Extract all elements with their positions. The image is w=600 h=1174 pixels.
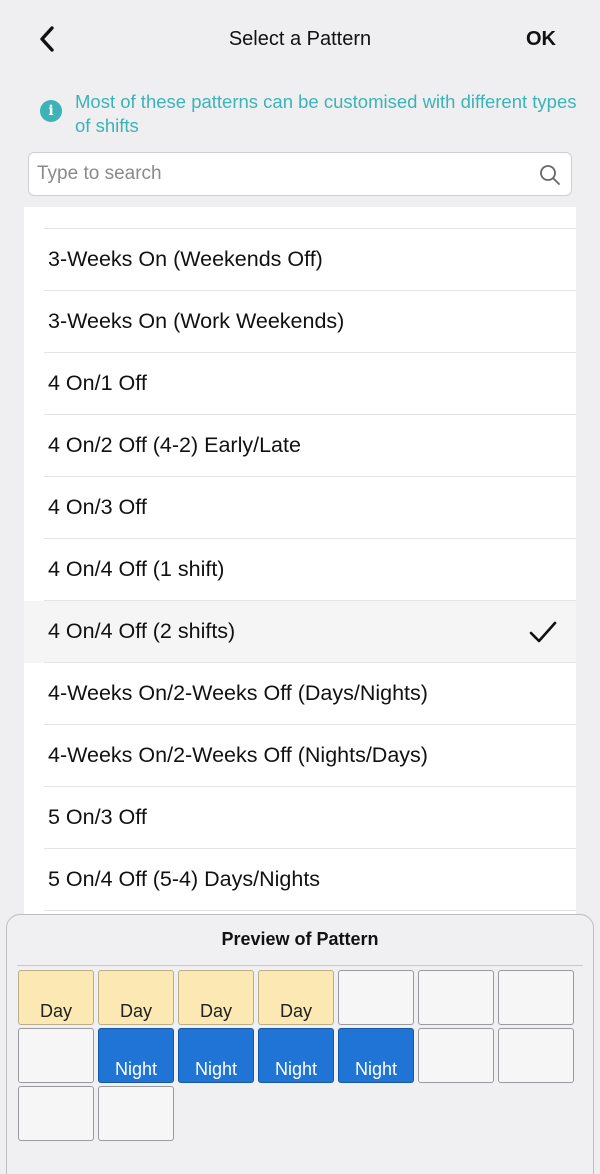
list-item[interactable]: 3-Week On/3-Week Off	[24, 207, 576, 229]
day-shift-cell: Day	[98, 970, 174, 1025]
list-item[interactable]: 4-Weeks On/2-Weeks Off (Nights/Days)	[24, 725, 576, 787]
empty-cell	[498, 1028, 574, 1083]
pattern-list[interactable]: 3-Week On/3-Week Off 3-Weeks On (Weekends…	[24, 207, 576, 927]
list-item[interactable]: 4 On/3 Off	[24, 477, 576, 539]
empty-cell	[18, 1028, 94, 1083]
checkmark-icon	[529, 621, 557, 643]
preview-title: Preview of Pattern	[221, 929, 379, 949]
list-item-label: 3-Weeks On (Work Weekends)	[48, 309, 345, 333]
list-item[interactable]: 3-Weeks On (Work Weekends)	[24, 291, 576, 353]
empty-cell	[418, 970, 494, 1025]
empty-cell	[498, 970, 574, 1025]
empty-cell	[18, 1086, 94, 1141]
day-shift-cell: Day	[258, 970, 334, 1025]
list-item[interactable]: 4-Weeks On/2-Weeks Off (Days/Nights)	[24, 663, 576, 725]
list-item[interactable]: 4 On/2 Off (4-2) Early/Late	[24, 415, 576, 477]
info-text: Most of these patterns can be customised…	[75, 91, 577, 136]
search-icon[interactable]	[539, 164, 561, 186]
list-item[interactable]: 5 On/4 Off (5-4) Days/Nights	[24, 849, 576, 911]
ok-button[interactable]: OK	[526, 28, 556, 51]
list-item-label: 4 On/2 Off (4-2) Early/Late	[48, 433, 301, 457]
list-item[interactable]: 4 On/4 Off (2 shifts)	[24, 601, 576, 663]
preview-divider	[17, 965, 583, 966]
row-divider	[44, 910, 576, 911]
pattern-preview: Preview of Pattern Day Day Day Day Night Nigh…	[6, 914, 594, 1174]
navigation-bar: Select a Pattern OK	[0, 0, 600, 84]
search-box	[28, 152, 572, 196]
night-shift-cell: Night	[98, 1028, 174, 1083]
list-item-label: 5 On/4 Off (5-4) Days/Nights	[48, 867, 321, 891]
night-shift-cell: Night	[338, 1028, 414, 1083]
list-item-label: 4 On/1 Off	[48, 371, 147, 395]
list-item-label: 3-Weeks On (Weekends Off)	[48, 247, 323, 271]
empty-cell	[418, 1028, 494, 1083]
day-shift-cell: Day	[178, 970, 254, 1025]
empty-cell	[98, 1086, 174, 1141]
list-item-label: 4 On/3 Off	[48, 495, 147, 519]
list-item[interactable]: 5 On/3 Off	[24, 787, 576, 849]
info-banner: i Most of these patterns can be customis…	[40, 90, 580, 138]
night-shift-cell: Night	[258, 1028, 334, 1083]
list-item-label: 4-Weeks On/2-Weeks Off (Nights/Days)	[48, 743, 428, 767]
info-icon: i	[40, 100, 62, 122]
list-item-label: 4 On/4 Off (2 shifts)	[48, 619, 236, 643]
list-item[interactable]: 4 On/1 Off	[24, 353, 576, 415]
day-shift-cell: Day	[18, 970, 94, 1025]
list-item[interactable]: 4 On/4 Off (1 shift)	[24, 539, 576, 601]
night-shift-cell: Night	[178, 1028, 254, 1083]
list-item-label: 3-Week On/3-Week Off	[48, 207, 270, 210]
search-input[interactable]	[37, 153, 527, 195]
list-item-label: 4-Weeks On/2-Weeks Off (Days/Nights)	[48, 681, 428, 705]
list-item-label: 4 On/4 Off (1 shift)	[48, 557, 225, 581]
list-item-label: 5 On/3 Off	[48, 805, 147, 829]
empty-cell	[338, 970, 414, 1025]
list-item[interactable]: 3-Weeks On (Weekends Off)	[24, 229, 576, 291]
page-title: Select a Pattern	[228, 28, 372, 50]
